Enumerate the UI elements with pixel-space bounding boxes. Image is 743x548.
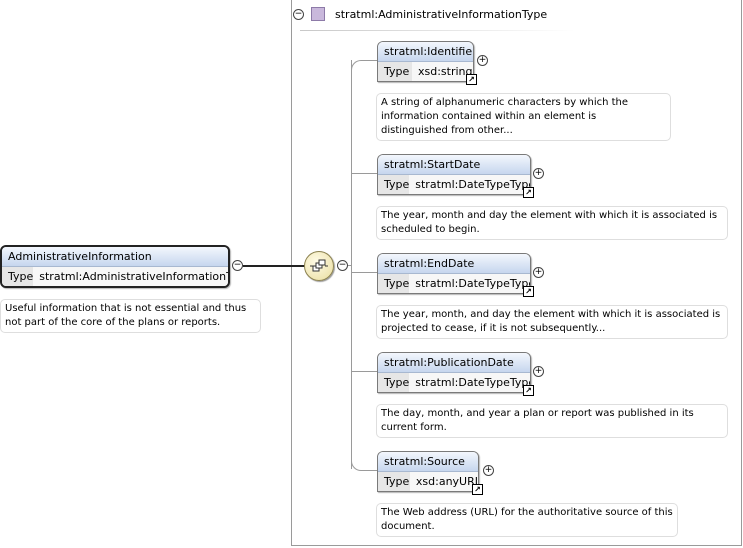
child-type-row: Type stratml:DateTypeType xyxy=(378,274,530,293)
type-label: Type xyxy=(378,472,410,491)
complex-type-name: stratml:AdministrativeInformationType xyxy=(335,7,548,21)
child-type-row: Type xsd:string xyxy=(378,62,473,81)
main-element-type-row: Type stratml:AdministrativeInformationTy… xyxy=(2,267,228,286)
branch-top-corner xyxy=(351,60,378,73)
child-type-row: Type xsd:anyURI xyxy=(378,472,478,491)
sequence-glyph-icon xyxy=(310,259,328,272)
main-connector xyxy=(243,265,305,267)
type-value: xsd:anyURI xyxy=(409,472,478,491)
type-label: Type xyxy=(2,267,34,286)
child-type-row: Type stratml:DateTypeType xyxy=(378,175,530,194)
type-label: Type xyxy=(378,274,410,293)
branch-startdate xyxy=(352,173,377,174)
expand-startdate-icon[interactable]: + xyxy=(533,168,544,179)
expand-enddate-icon[interactable]: + xyxy=(533,267,544,278)
identifier-annotation: A string of alphanumeric characters by w… xyxy=(376,93,671,141)
header-divider xyxy=(300,30,575,31)
type-label: Type xyxy=(378,373,410,392)
type-label: Type xyxy=(378,62,412,81)
type-link-icon[interactable]: ↗ xyxy=(523,187,534,198)
type-value: stratml:DateTypeType xyxy=(409,175,530,194)
collapse-sequence-toggle-icon[interactable]: − xyxy=(337,260,348,271)
complex-type-header: − stratml:AdministrativeInformationType xyxy=(293,5,547,23)
main-element-annotation: Useful information that is not essential… xyxy=(0,299,261,333)
child-element-name: stratml:PublicationDate xyxy=(378,353,530,373)
type-value: stratml:DateTypeType xyxy=(409,274,530,293)
child-type-row: Type stratml:DateTypeType xyxy=(378,373,530,392)
child-element-identifier[interactable]: stratml:Identifier Type xsd:string xyxy=(377,41,474,82)
type-link-icon[interactable]: ↗ xyxy=(466,74,477,85)
type-label: Type xyxy=(378,175,410,194)
sequence-compositor-icon[interactable] xyxy=(304,251,334,281)
child-element-enddate[interactable]: stratml:EndDate Type stratml:DateTypeTyp… xyxy=(377,253,531,294)
child-element-name: stratml:StartDate xyxy=(378,155,530,175)
branch-publicationdate xyxy=(352,371,377,372)
complex-type-icon xyxy=(311,7,325,21)
branch-bottom-corner xyxy=(351,458,378,471)
child-element-name: stratml:Source xyxy=(378,452,478,472)
collapse-type-toggle-icon[interactable]: − xyxy=(293,8,304,20)
child-element-startdate[interactable]: stratml:StartDate Type stratml:DateTypeT… xyxy=(377,154,531,195)
child-element-name: stratml:EndDate xyxy=(378,254,530,274)
publicationdate-annotation: The day, month, and year a plan or repor… xyxy=(376,404,728,438)
source-annotation: The Web address (URL) for the authoritat… xyxy=(376,503,678,537)
main-element-box[interactable]: AdministrativeInformation Type stratml:A… xyxy=(0,245,230,288)
expand-source-icon[interactable]: + xyxy=(483,465,494,476)
type-link-icon[interactable]: ↗ xyxy=(523,385,534,396)
enddate-annotation: The year, month, and day the element wit… xyxy=(376,305,728,339)
expand-identifier-icon[interactable]: + xyxy=(477,55,488,66)
branch-enddate xyxy=(352,272,377,273)
child-element-source[interactable]: stratml:Source Type xsd:anyURI xyxy=(377,451,479,492)
child-element-name: stratml:Identifier xyxy=(378,42,473,62)
type-link-icon[interactable]: ↗ xyxy=(523,286,534,297)
type-link-icon[interactable]: ↗ xyxy=(472,484,483,495)
type-value: stratml:AdministrativeInformationType xyxy=(33,267,228,286)
main-element-name: AdministrativeInformation xyxy=(2,247,228,267)
collapse-main-toggle-icon[interactable]: − xyxy=(232,260,243,271)
type-value: stratml:DateTypeType xyxy=(409,373,530,392)
expand-publicationdate-icon[interactable]: + xyxy=(533,366,544,377)
startdate-annotation: The year, month and day the element with… xyxy=(376,206,728,240)
child-element-publicationdate[interactable]: stratml:PublicationDate Type stratml:Dat… xyxy=(377,352,531,393)
type-value: xsd:string xyxy=(412,62,473,81)
